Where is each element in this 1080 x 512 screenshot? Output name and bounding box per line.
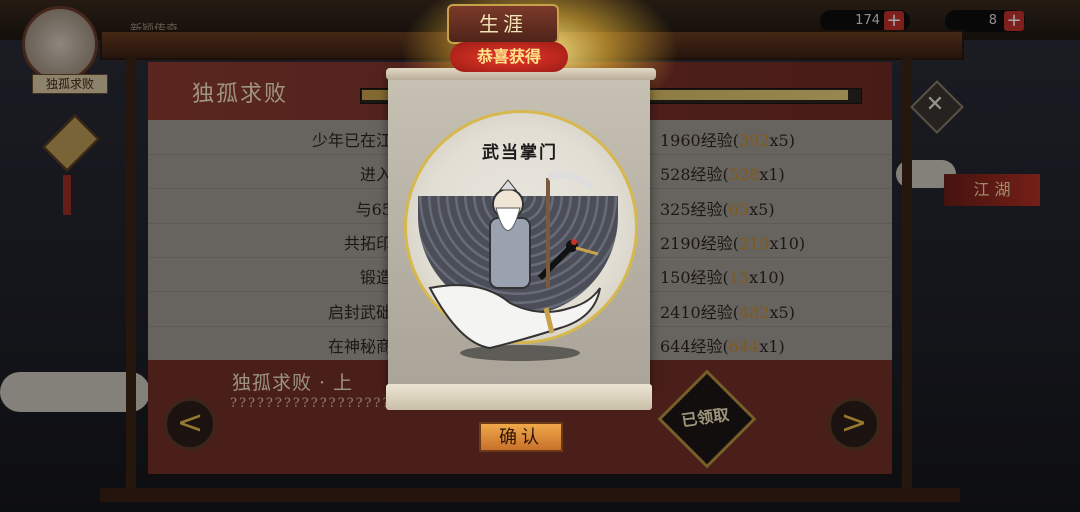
career-title-tab: 生涯 [447, 4, 559, 44]
confirm-button[interactable]: 确认 [479, 422, 563, 452]
congrats-banner: 恭喜获得 [450, 42, 568, 72]
scroll-bottom-rod [386, 384, 652, 410]
sage-on-crane-image [420, 168, 620, 368]
reward-character-name: 武当掌门 [482, 143, 558, 163]
